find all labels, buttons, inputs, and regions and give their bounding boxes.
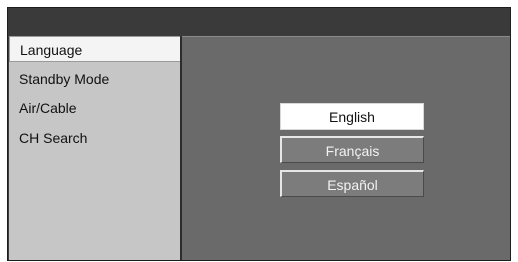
language-option-english[interactable]: English <box>280 103 424 130</box>
language-option-francais[interactable]: Français <box>280 136 424 163</box>
setup-menu: Language Standby Mode Air/Cable CH Searc… <box>9 36 182 260</box>
language-option-espanol[interactable]: Español <box>280 170 424 197</box>
menu-item-language[interactable]: Language <box>9 36 180 62</box>
menu-item-air-cable[interactable]: Air/Cable <box>9 95 180 121</box>
title-bar <box>8 8 510 35</box>
tv-menu-screen: Language Standby Mode Air/Cable CH Searc… <box>7 7 511 261</box>
menu-item-standby-mode[interactable]: Standby Mode <box>9 66 180 92</box>
menu-item-ch-search[interactable]: CH Search <box>9 125 180 151</box>
language-options-panel: English Français Español <box>182 36 510 260</box>
